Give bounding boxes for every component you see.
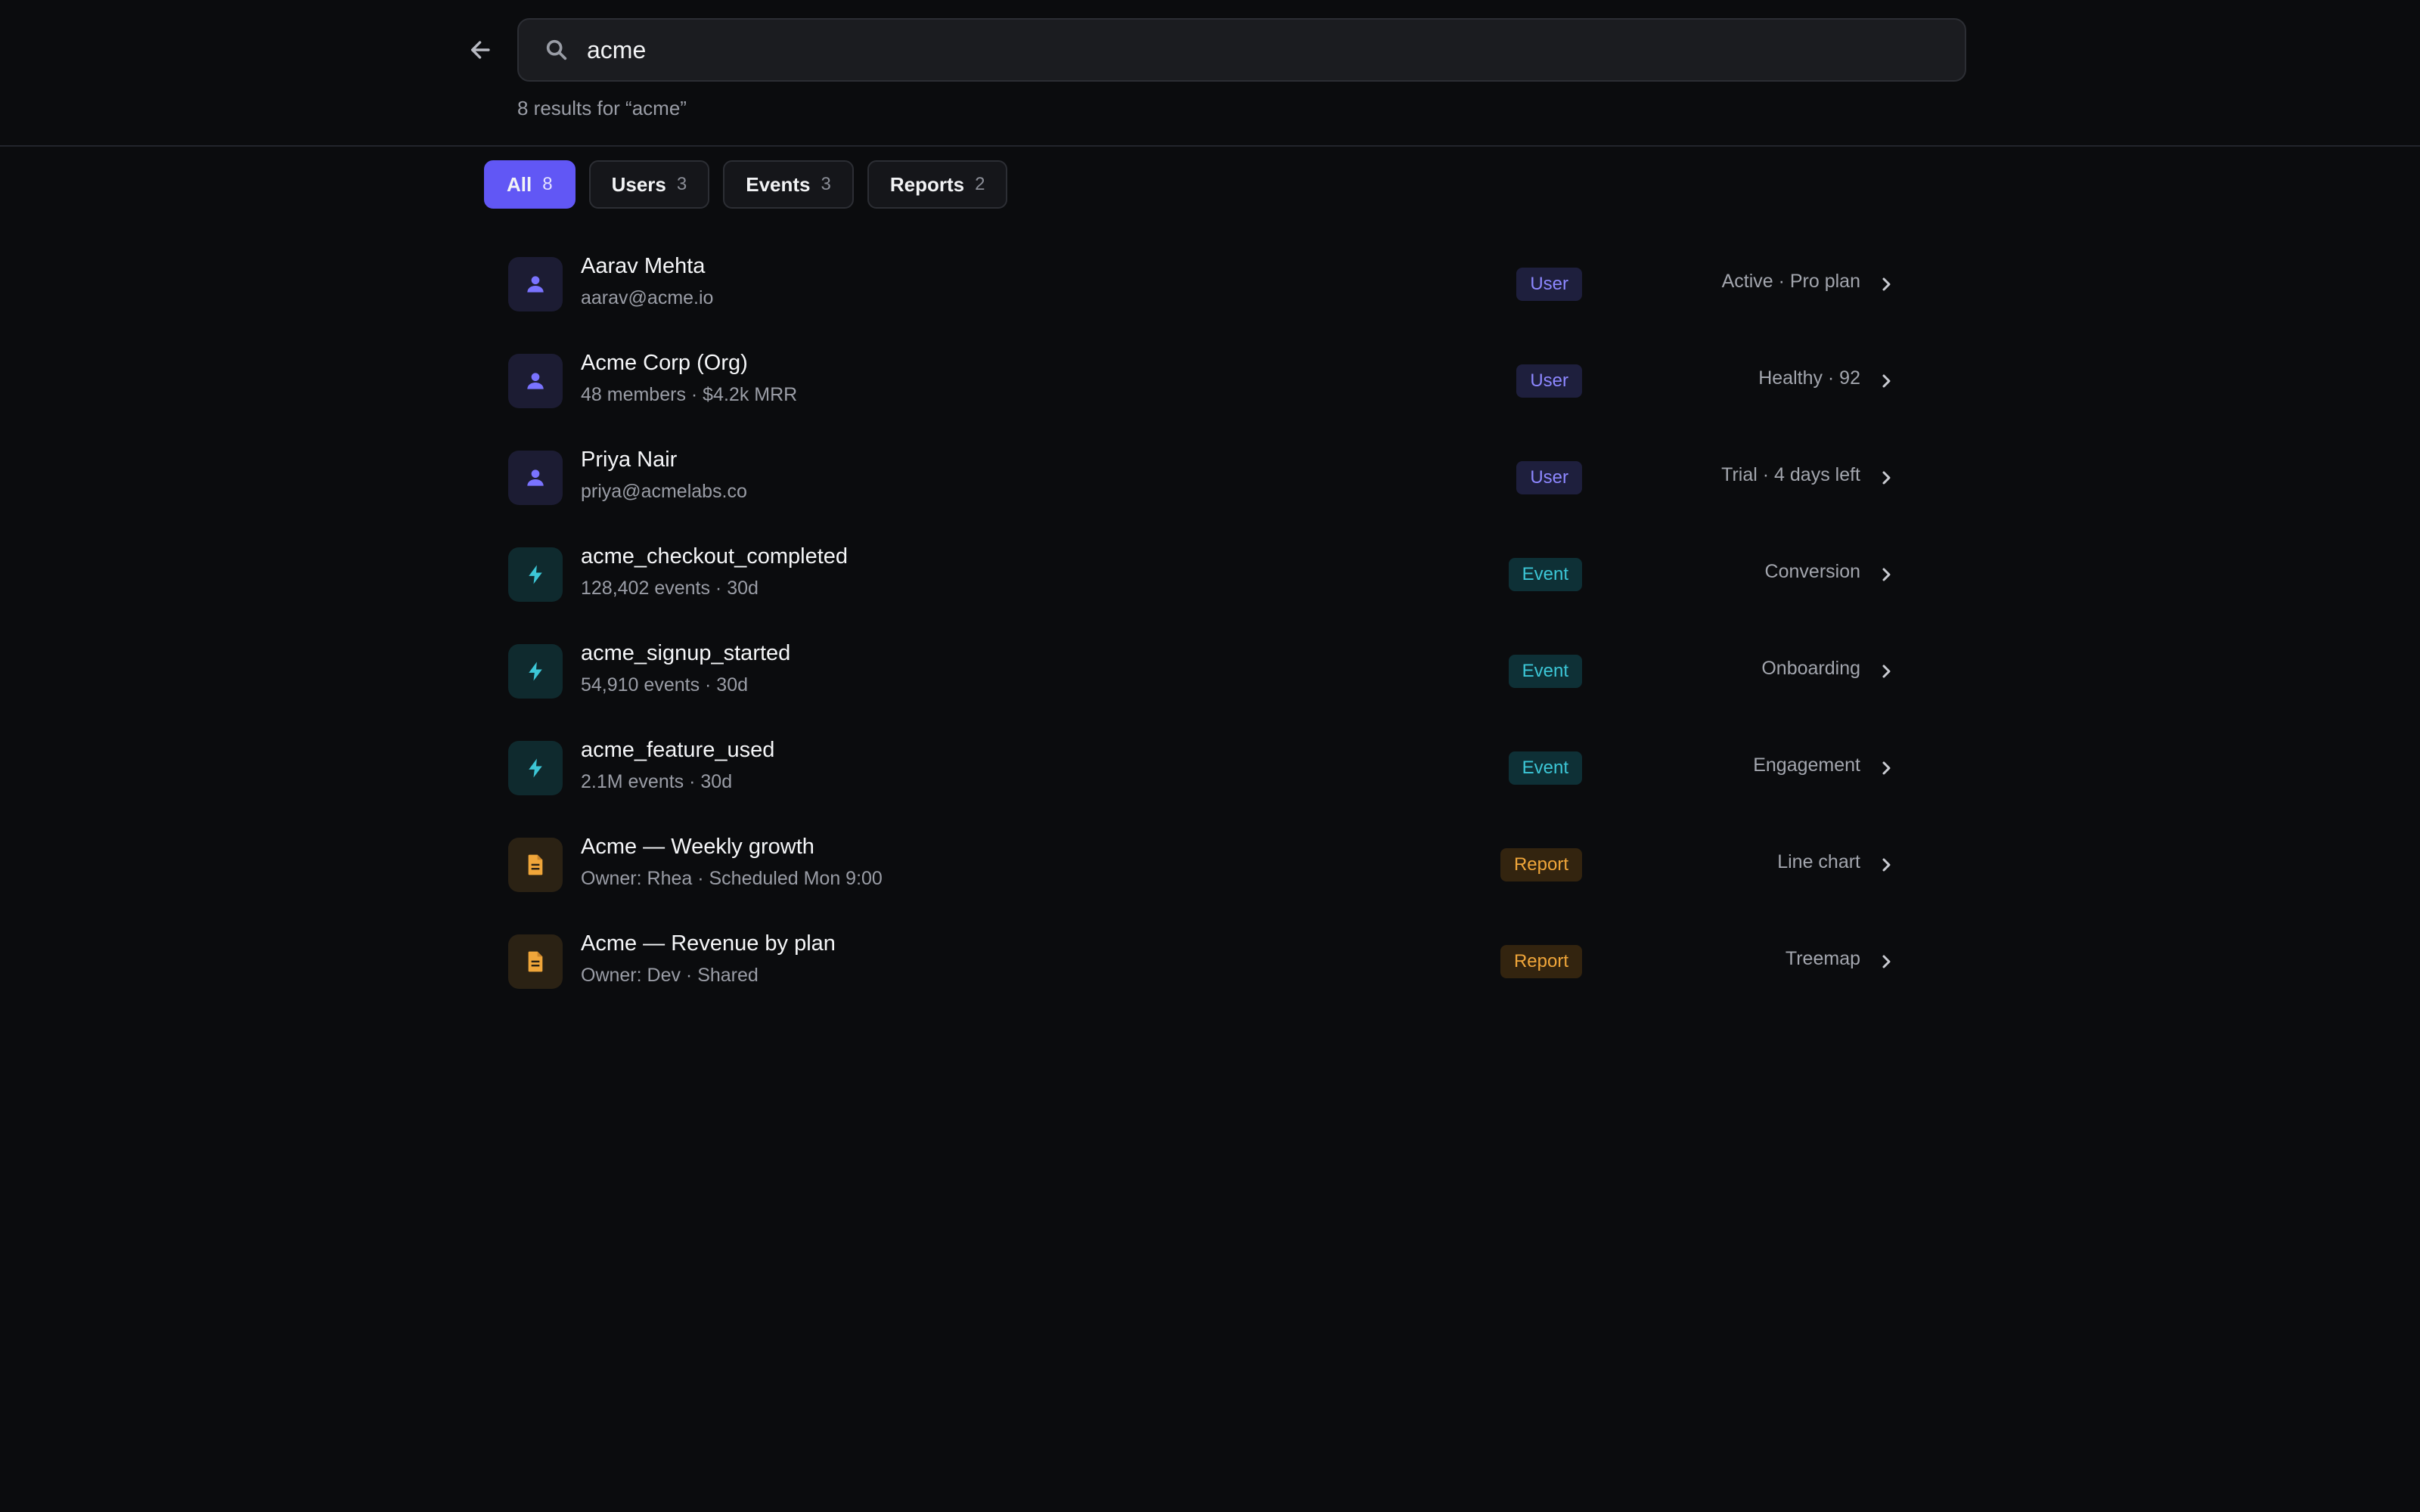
person-icon (508, 450, 563, 505)
type-badge: Event (1508, 654, 1582, 688)
person-icon (508, 353, 563, 408)
search-input[interactable] (587, 27, 1965, 73)
document-icon (508, 934, 563, 989)
result-subtitle: 48 members · $4.2k MRR (581, 383, 798, 405)
document-icon (508, 837, 563, 892)
filter-tab-label: Users (611, 172, 666, 196)
search-box[interactable] (517, 18, 1966, 82)
type-badge: Event (1508, 751, 1582, 785)
result-row[interactable]: Acme Corp (Org) 48 members · $4.2k MRR U… (484, 333, 1921, 429)
result-subtitle: 128,402 events · 30d (581, 577, 759, 599)
chevron-right-icon (1876, 758, 1897, 779)
filter-tab-reports[interactable]: Reports 2 (867, 160, 1008, 209)
result-subtitle: 2.1M events · 30d (581, 770, 733, 792)
filter-tab-label: Reports (889, 172, 965, 196)
type-badge: Report (1500, 847, 1582, 881)
result-row[interactable]: Acme — Revenue by plan Owner: Dev · Shar… (484, 913, 1921, 1010)
chevron-right-icon (1876, 370, 1897, 392)
result-row[interactable]: Aarav Mehta aarav@acme.io User Active · … (484, 236, 1921, 333)
chevron-right-icon (1876, 661, 1897, 682)
filter-tabs: All 8 Users 3 Events 3 Reports 2 (484, 160, 1008, 209)
result-meta: Healthy · 92 (1758, 367, 1860, 389)
result-title: Acme — Revenue by plan (581, 931, 836, 956)
chevron-right-icon (1876, 467, 1897, 488)
result-meta: Line chart (1777, 850, 1860, 872)
filter-tab-count: 2 (975, 174, 985, 194)
result-meta: Onboarding (1761, 657, 1860, 679)
type-badge: User (1516, 364, 1582, 398)
result-subtitle: 54,910 events · 30d (581, 674, 748, 696)
result-title: acme_feature_used (581, 737, 775, 762)
search-header: 8 results for “acme” (0, 0, 2420, 147)
filter-tab-users[interactable]: Users 3 (588, 160, 710, 209)
search-icon (541, 35, 572, 65)
result-meta: Engagement (1753, 754, 1860, 776)
filter-tab-count: 3 (821, 174, 831, 194)
results-list: Aarav Mehta aarav@acme.io User Active · … (484, 236, 1921, 1010)
result-meta: Active · Pro plan (1721, 270, 1860, 292)
result-meta: Conversion (1764, 560, 1860, 582)
type-badge: Event (1508, 557, 1582, 591)
result-row[interactable]: Acme — Weekly growth Owner: Rhea · Sched… (484, 816, 1921, 913)
arrow-left-icon (470, 41, 490, 59)
result-title: Acme — Weekly growth (581, 834, 814, 859)
result-subtitle: Owner: Rhea · Scheduled Mon 9:00 (581, 867, 883, 889)
chevron-right-icon (1876, 951, 1897, 972)
filter-tab-all[interactable]: All 8 (484, 160, 576, 209)
result-row[interactable]: acme_checkout_completed 128,402 events ·… (484, 526, 1921, 623)
result-meta: Trial · 4 days left (1721, 463, 1860, 485)
result-row[interactable]: acme_feature_used 2.1M events · 30d Even… (484, 720, 1921, 816)
chevron-right-icon (1876, 854, 1897, 875)
lightning-bolt-icon (508, 547, 563, 602)
filter-tab-count: 8 (542, 174, 553, 194)
filter-tab-count: 3 (676, 174, 687, 194)
lightning-bolt-icon (508, 740, 563, 795)
filter-tab-events[interactable]: Events 3 (723, 160, 854, 209)
back-button[interactable] (463, 32, 499, 68)
person-icon (508, 256, 563, 311)
lightning-bolt-icon (508, 643, 563, 699)
result-title: acme_signup_started (581, 640, 791, 665)
type-badge: User (1516, 460, 1582, 494)
filter-tab-label: All (507, 172, 532, 196)
type-badge: User (1516, 267, 1582, 301)
result-meta: Treemap (1785, 947, 1860, 969)
type-badge: Report (1500, 944, 1582, 978)
result-subtitle: aarav@acme.io (581, 287, 714, 308)
result-row[interactable]: Priya Nair priya@acmelabs.co User Trial … (484, 429, 1921, 526)
chevron-right-icon (1876, 564, 1897, 585)
result-title: Aarav Mehta (581, 253, 706, 278)
chevron-right-icon (1876, 274, 1897, 295)
filter-tab-label: Events (746, 172, 811, 196)
result-count: 8 results for “acme” (517, 97, 687, 119)
result-title: acme_checkout_completed (581, 544, 849, 569)
result-title: Priya Nair (581, 447, 678, 472)
result-subtitle: Owner: Dev · Shared (581, 964, 759, 986)
result-row[interactable]: acme_signup_started 54,910 events · 30d … (484, 623, 1921, 720)
result-title: Acme Corp (Org) (581, 350, 748, 375)
result-subtitle: priya@acmelabs.co (581, 480, 747, 502)
